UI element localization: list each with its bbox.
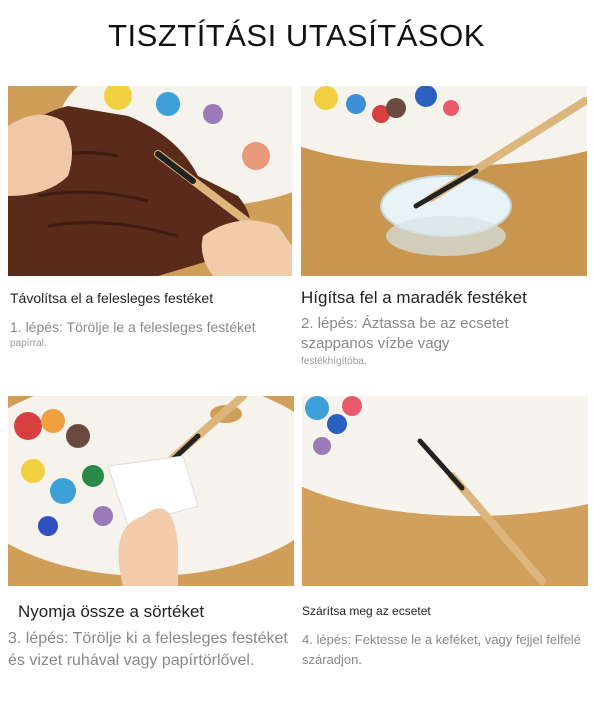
step-4-photo [302, 396, 588, 586]
step-3-heading: Nyomja össze a sörtéket [18, 602, 205, 621]
step-1-text-small: papírral. [10, 337, 47, 349]
step-1-text: 1. lépés: Törölje le a felesleges festék… [10, 318, 280, 350]
step-2-photo [301, 86, 587, 276]
step-1-photo [8, 86, 292, 276]
step-2-text-main: 2. lépés: Áztassa be az ecsetet szappano… [301, 315, 509, 353]
step-2-heading: Hígítsa fel a maradék festéket [301, 288, 527, 307]
step-3-photo [8, 396, 294, 586]
step-1-heading: Távolítsa el a felesleges festéket [10, 290, 214, 306]
step-1-text-main: 1. lépés: Törölje le a felesleges festék… [10, 319, 256, 335]
step-4-text: 4. lépés: Fektesse le a keféket, vagy fe… [302, 632, 581, 667]
step-2-text-small: festékhígítóba. [301, 355, 367, 367]
page-title: TISZTÍTÁSI UTASÍTÁSOK [108, 18, 485, 53]
step-4-heading: Szárítsa meg az ecsetet [302, 604, 431, 618]
step-3-text: 3. lépés: Törölje ki a felesleges festék… [8, 630, 288, 670]
step-2-text: 2. lépés: Áztassa be az ecsetet szappano… [301, 314, 581, 368]
